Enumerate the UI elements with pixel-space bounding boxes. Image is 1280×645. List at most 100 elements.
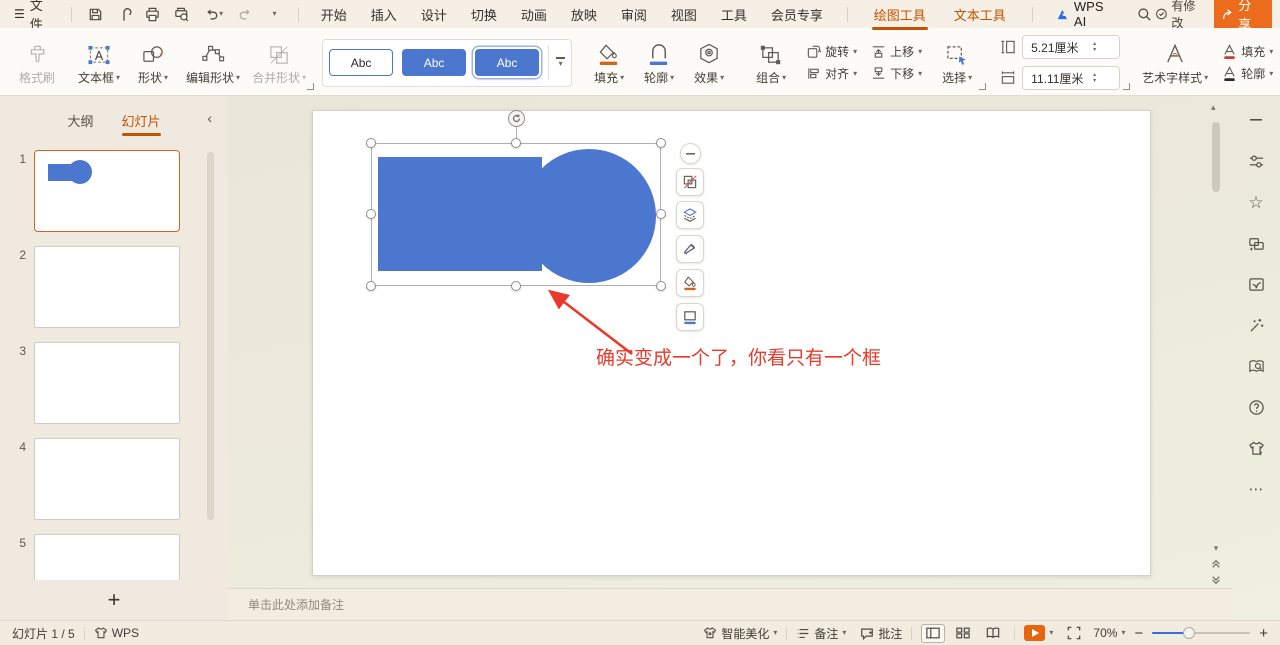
shape-style-chip-1[interactable]: Abc <box>329 49 394 76</box>
tab-insert[interactable]: 插入 <box>371 5 397 24</box>
shape-outline-button[interactable]: 轮廓 ▾ <box>638 39 680 86</box>
slide-thumbnail[interactable] <box>34 342 180 424</box>
slide-thumbnail[interactable] <box>34 438 180 520</box>
editing-canvas[interactable]: 确实变成一个了，你看只有一个框 ▴ ▾ <box>228 96 1232 588</box>
assets-library-button[interactable] <box>1246 274 1266 294</box>
shape-style-chip-3-selected[interactable]: Abc <box>475 49 540 76</box>
tab-animation[interactable]: 动画 <box>521 5 547 24</box>
spinner-down-icon[interactable]: ▾ <box>1093 78 1096 84</box>
canvas-scrollbar[interactable] <box>1212 122 1220 192</box>
shape-style-chip-2[interactable]: Abc <box>402 49 467 76</box>
edit-shape-button[interactable]: 编辑形状 ▾ <box>186 39 240 86</box>
text-box-button[interactable]: A 文本框 ▾ <box>78 39 120 86</box>
fit-to-window-button[interactable] <box>1067 626 1081 640</box>
selection-bounding-box[interactable] <box>371 143 661 286</box>
format-painter-button[interactable]: 格式刷 <box>16 39 58 86</box>
gallery-more-button[interactable]: ▾ <box>548 45 566 80</box>
align-button[interactable]: 对齐 ▾ <box>806 65 857 82</box>
redo-button[interactable] <box>235 3 258 25</box>
layers-float-button[interactable] <box>676 201 704 229</box>
previous-slide-button[interactable] <box>1208 557 1224 571</box>
move-up-button[interactable]: 上移 ▾ <box>871 43 922 60</box>
zoom-slider-thumb[interactable] <box>1183 626 1196 639</box>
resize-handle-nw[interactable] <box>366 138 376 148</box>
more-tools-button[interactable]: ⋯ <box>1246 479 1266 499</box>
text-outline-button[interactable]: 轮廓 ▾ <box>1222 65 1273 82</box>
fill-color-float-button[interactable] <box>676 269 704 297</box>
tab-view[interactable]: 视图 <box>671 5 697 24</box>
smart-tools-button[interactable] <box>1246 315 1266 335</box>
move-down-button[interactable]: 下移 ▾ <box>871 65 922 82</box>
spinner-up-icon[interactable]: ▴ <box>1093 72 1096 78</box>
spinner-up-icon[interactable]: ▴ <box>1093 41 1096 47</box>
tab-member[interactable]: 会员专享 <box>771 5 823 24</box>
comments-button[interactable]: 批注 <box>860 625 902 642</box>
collapse-rail-button[interactable] <box>1246 110 1266 130</box>
modified-status[interactable]: 有修改 <box>1155 0 1205 31</box>
print-button[interactable] <box>141 3 164 25</box>
rotation-handle[interactable] <box>508 110 525 127</box>
text-fill-button[interactable]: 填充 ▾ <box>1222 43 1273 60</box>
zoom-in-button[interactable]: + <box>1259 626 1268 641</box>
save-button[interactable] <box>84 3 107 25</box>
resize-handle-n[interactable] <box>511 138 521 148</box>
sidebar-scrollbar[interactable] <box>207 152 214 520</box>
resize-handle-e[interactable] <box>656 209 666 219</box>
skin-theme-button[interactable] <box>1246 438 1266 458</box>
slide-thumbnail[interactable] <box>34 150 180 232</box>
reading-view-button[interactable] <box>981 624 1005 643</box>
resize-handle-sw[interactable] <box>366 281 376 291</box>
notes-button[interactable]: 备注 ▾ <box>796 625 846 642</box>
resize-handle-w[interactable] <box>366 209 376 219</box>
select-button[interactable]: 选择 ▾ <box>936 39 978 86</box>
scroll-down-button[interactable]: ▾ <box>1208 541 1224 555</box>
search-button[interactable] <box>1135 3 1155 25</box>
effects-panel-button[interactable]: ☆ <box>1246 192 1266 212</box>
print-preview-button[interactable] <box>170 3 193 25</box>
style-brush-float-button[interactable] <box>676 235 704 263</box>
tab-home[interactable]: 开始 <box>321 5 347 24</box>
export-button[interactable] <box>113 3 136 25</box>
merge-shapes-button[interactable]: 合并形状 ▾ <box>252 39 306 86</box>
customize-quickbar-button[interactable]: ▾ <box>263 3 286 25</box>
tab-tools[interactable]: 工具 <box>721 5 747 24</box>
reference-search-button[interactable] <box>1246 356 1266 376</box>
slide-thumbnail[interactable] <box>34 534 180 580</box>
shape-effects-button[interactable]: 效果 ▾ <box>688 39 730 86</box>
group-button[interactable]: 组合 ▾ <box>750 39 792 86</box>
slide-sorter-view-button[interactable] <box>951 624 975 643</box>
next-slide-button[interactable] <box>1208 573 1224 587</box>
slideshow-play-button[interactable]: ▾ <box>1024 625 1053 641</box>
object-properties-button[interactable] <box>1246 151 1266 171</box>
rotate-button[interactable]: 旋转 ▾ <box>806 43 857 60</box>
tab-text-tools[interactable]: 文本工具 <box>952 1 1008 28</box>
notes-panel[interactable]: 单击此处添加备注 <box>228 588 1232 620</box>
tab-transition[interactable]: 切换 <box>471 5 497 24</box>
normal-view-button[interactable] <box>921 623 946 643</box>
resize-handle-ne[interactable] <box>656 138 666 148</box>
zoom-slider[interactable] <box>1152 626 1251 639</box>
scroll-up-icon[interactable]: ▴ <box>1211 102 1216 113</box>
slide-thumbnail[interactable] <box>34 246 180 328</box>
shape-fill-button[interactable]: 填充 ▾ <box>588 39 630 86</box>
tab-slideshow[interactable]: 放映 <box>571 5 597 24</box>
wps-skin-button[interactable]: WPS <box>94 626 139 640</box>
collapse-panel-icon[interactable]: ‹ <box>207 110 212 126</box>
merge-shapes-float-button[interactable] <box>676 168 704 196</box>
tab-design[interactable]: 设计 <box>421 5 447 24</box>
zoom-out-button[interactable]: − <box>1134 626 1143 641</box>
help-button[interactable] <box>1246 397 1266 417</box>
resize-handle-s[interactable] <box>511 281 521 291</box>
spinner-down-icon[interactable]: ▾ <box>1093 47 1096 53</box>
shape-width-input[interactable] <box>1023 71 1092 85</box>
tab-slides[interactable]: 幻灯片 <box>120 106 163 136</box>
wps-ai-button[interactable]: WPS AI <box>1057 0 1111 29</box>
tab-outline[interactable]: 大纲 <box>65 106 95 135</box>
shape-height-input[interactable] <box>1023 40 1092 54</box>
collapse-float-toolbar-button[interactable] <box>680 143 701 164</box>
zoom-level-button[interactable]: 70% ▾ <box>1093 626 1125 640</box>
transition-panel-button[interactable] <box>1246 233 1266 253</box>
shapes-button[interactable]: 形状 ▾ <box>132 39 174 86</box>
new-slide-button[interactable]: + <box>108 589 121 611</box>
wordart-styles-button[interactable]: 艺术字样式 ▾ <box>1142 39 1208 86</box>
